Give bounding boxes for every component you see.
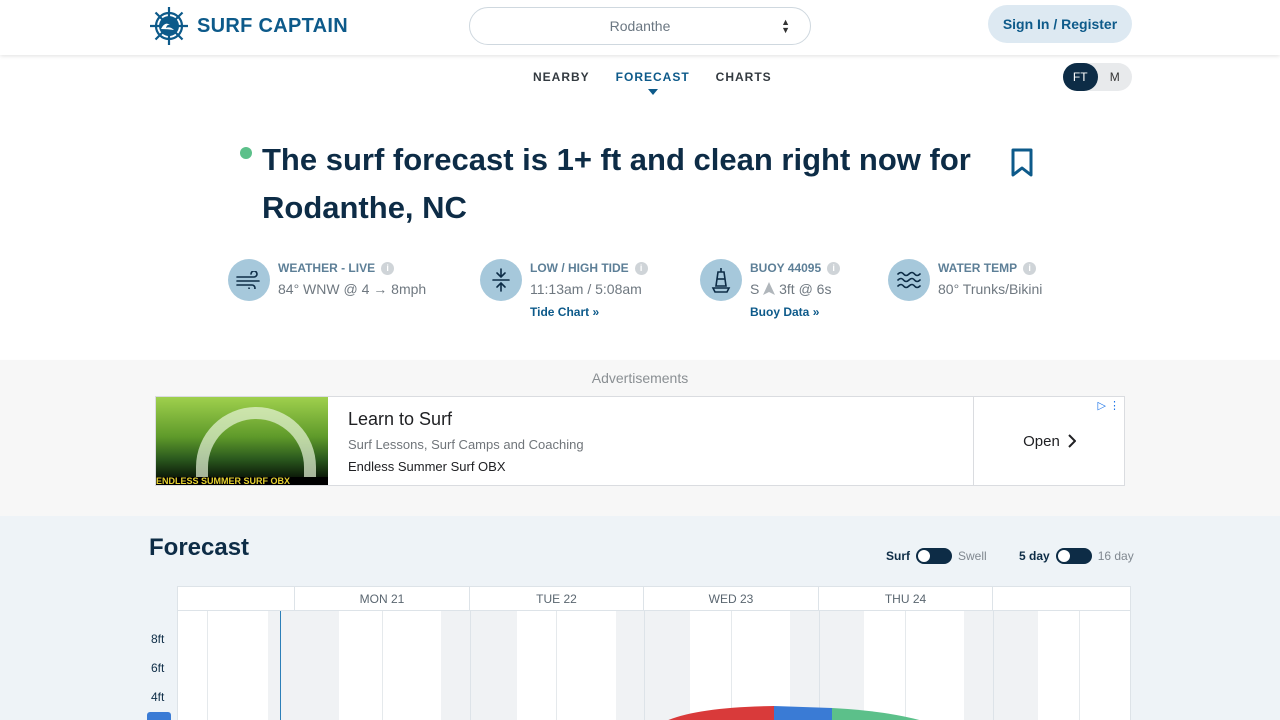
ad-advertiser: Endless Summer Surf OBX [348,459,506,474]
buoy-icon [700,259,742,301]
ad-banner[interactable]: ENDLESS SUMMER SURF OBX Learn to Surf Su… [155,396,1125,486]
condition-label: BUOY 44095 i [750,261,841,275]
nav-charts[interactable]: CHARTS [716,70,772,84]
wave-graphic [196,407,316,485]
condition-label: WEATHER - LIVE i [278,261,426,275]
day-header: WED 23 [644,587,819,611]
forecast-section: Forecast Surf Swell 5 day 16 day MON 21 … [0,516,1280,720]
day-header: THU 24 [819,587,993,611]
surf-swell-switch[interactable] [916,548,952,564]
forecast-chart: MON 21 TUE 22 WED 23 THU 24 [177,586,1131,720]
ad-image[interactable]: ENDLESS SUMMER SURF OBX [156,397,328,485]
spot-select-value: Rodanthe [609,18,671,34]
nav-forecast[interactable]: FORECAST [616,70,690,95]
toggle-swell-label: Swell [958,549,987,563]
sign-in-button[interactable]: Sign In / Register [988,5,1132,43]
double-chevron-icon: » [592,305,600,319]
tide-chart-link[interactable]: Tide Chart » [530,305,648,319]
day-range-switch[interactable] [1055,548,1092,564]
unit-toggle: FT M [1063,63,1132,91]
y-axis-label: 8ft [151,632,165,646]
chevron-right-icon [1068,434,1076,448]
condition-label: LOW / HIGH TIDE i [530,261,648,275]
brand-name: SURF CAPTAIN [197,14,349,37]
condition-label: WATER TEMP i [938,261,1042,275]
header: SURF CAPTAIN Rodanthe ▲ ▼ Sign In / Regis… [0,0,1280,55]
wind-icon [228,259,270,301]
toggle-16day-label: 16 day [1097,549,1134,563]
waves-icon [888,259,930,301]
ads-label: Advertisements [591,370,689,386]
logo[interactable]: SURF CAPTAIN [148,5,348,47]
info-icon[interactable]: i [381,261,395,275]
condition-tide: LOW / HIGH TIDE i 11:13am / 5:08am Tide C… [480,259,648,319]
day-header: MON 21 [295,587,470,611]
adchoices-icon[interactable]: ▷ ⋮ [1097,399,1120,412]
info-icon[interactable]: i [827,261,841,275]
weather-value: 84° WNW @ 4 → 8mph [278,281,427,297]
y-axis-label: 4ft [151,690,165,704]
direction-arrow-icon [763,282,776,295]
surf-height-area [668,706,920,720]
unit-m-button[interactable]: M [1098,63,1133,91]
day-header-blank [993,587,1130,611]
surf-area-fair [774,706,832,720]
sub-nav: NEARBY FORECAST CHARTS [533,70,772,95]
nav-nearby[interactable]: NEARBY [533,70,590,84]
day-range-toggle[interactable]: 5 day 16 day [1019,548,1134,564]
toggle-surf-label: Surf [886,549,910,563]
condition-water-temp: WATER TEMP i 80° Trunks/Bikini [888,259,1042,301]
y-axis-label: 6ft [151,661,165,675]
tide-value: 11:13am / 5:08am [530,281,642,297]
unit-ft-button[interactable]: FT [1063,63,1098,91]
current-height-marker [147,712,171,720]
page-title: The surf forecast is 1+ ft and clean rig… [262,142,971,225]
condition-buoy: BUOY 44095 i S 3ft @ 6s Buoy Data » [700,259,841,319]
buoy-value: S 3ft @ 6s [750,281,832,297]
info-icon[interactable]: i [634,261,648,275]
ad-image-caption: ENDLESS SUMMER SURF OBX [156,477,328,485]
condition-weather: WEATHER - LIVE i 84° WNW @ 4 → 8mph [228,259,426,301]
surf-area-good [832,708,920,720]
buoy-data-link[interactable]: Buoy Data » [750,305,840,319]
tide-icon [480,259,522,301]
spot-select[interactable]: Rodanthe ▲ ▼ [469,7,811,45]
forecast-title: Forecast [149,534,250,561]
double-chevron-icon: » [812,305,820,319]
bookmark-icon[interactable] [1010,148,1034,178]
surf-area-poor [668,706,774,720]
day-header: TUE 22 [470,587,644,611]
toggle-5day-label: 5 day [1019,549,1050,563]
day-header-blank [178,587,295,611]
ship-wheel-icon [150,7,188,45]
info-icon[interactable]: i [1023,261,1037,275]
live-indicator [240,147,252,159]
surf-swell-toggle[interactable]: Surf Swell [886,548,987,564]
water-temp-value: 80° Trunks/Bikini [938,281,1043,297]
ad-title[interactable]: Learn to Surf [348,409,452,430]
select-arrows-icon: ▲ ▼ [781,17,790,35]
ad-subtitle: Surf Lessons, Surf Camps and Coaching [348,437,584,452]
ads-section: Advertisements ENDLESS SUMMER SURF OBX L… [0,360,1280,516]
